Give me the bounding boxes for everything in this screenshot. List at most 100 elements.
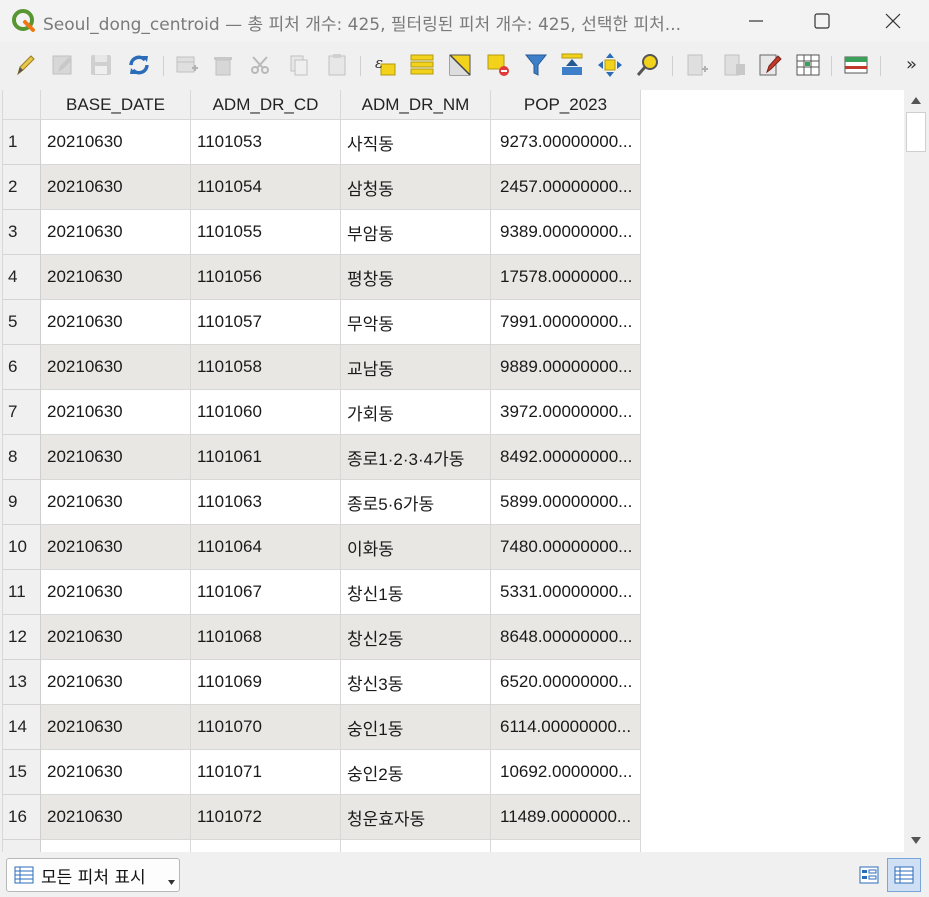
- column-header[interactable]: POP_2023: [491, 90, 641, 120]
- paste-icon[interactable]: [324, 52, 350, 78]
- table-cell[interactable]: 창신1동: [341, 570, 491, 615]
- table-cell[interactable]: 1101053: [191, 120, 341, 165]
- row-header[interactable]: 12: [3, 615, 41, 660]
- table-cell[interactable]: 1101055: [191, 210, 341, 255]
- scrollbar-thumb[interactable]: [906, 112, 926, 152]
- table-cell[interactable]: 17578.0000000...: [491, 255, 641, 300]
- zoom-to-selection-icon[interactable]: [635, 52, 661, 78]
- row-header[interactable]: 9: [3, 480, 41, 525]
- table-cell[interactable]: 1101064: [191, 525, 341, 570]
- table-cell[interactable]: 종로1·2·3·4가동: [341, 435, 491, 480]
- table-cell[interactable]: 20210630: [41, 165, 191, 210]
- maximize-button[interactable]: [791, 0, 853, 42]
- expression-select-icon[interactable]: ε: [372, 52, 398, 78]
- table-cell[interactable]: 9273.00000000...: [491, 120, 641, 165]
- row-header[interactable]: 2: [3, 165, 41, 210]
- form-view-button[interactable]: [852, 858, 886, 892]
- table-cell[interactable]: 숭인2동: [341, 750, 491, 795]
- table-cell[interactable]: 1101058: [191, 345, 341, 390]
- row-header[interactable]: 6: [3, 345, 41, 390]
- conditional-format-icon[interactable]: [795, 52, 821, 78]
- table-cell[interactable]: 청운효자동: [341, 795, 491, 840]
- table-cell[interactable]: 사직동: [341, 120, 491, 165]
- table-cell[interactable]: 이화동: [341, 525, 491, 570]
- table-cell[interactable]: 6114.00000000...: [491, 705, 641, 750]
- table-cell[interactable]: 20210630: [41, 435, 191, 480]
- row-header[interactable]: 11: [3, 570, 41, 615]
- select-all-icon[interactable]: [409, 52, 435, 78]
- new-field-icon[interactable]: [684, 52, 710, 78]
- table-cell[interactable]: 7991.00000000...: [491, 300, 641, 345]
- table-cell[interactable]: 6520.00000000...: [491, 660, 641, 705]
- close-button[interactable]: [862, 0, 924, 42]
- table-cell[interactable]: 종로5·6가동: [341, 480, 491, 525]
- table-cell[interactable]: 11489.0000000...: [491, 795, 641, 840]
- pan-to-selection-icon[interactable]: [597, 52, 623, 78]
- table-cell[interactable]: [491, 840, 641, 852]
- row-header[interactable]: 13: [3, 660, 41, 705]
- table-cell[interactable]: [191, 840, 341, 852]
- table-cell[interactable]: 1101056: [191, 255, 341, 300]
- table-cell[interactable]: 1101068: [191, 615, 341, 660]
- table-cell[interactable]: 가회동: [341, 390, 491, 435]
- reload-icon[interactable]: [126, 52, 152, 78]
- table-cell[interactable]: 1101067: [191, 570, 341, 615]
- move-selection-top-icon[interactable]: [559, 52, 585, 78]
- table-cell[interactable]: 8648.00000000...: [491, 615, 641, 660]
- table-cell[interactable]: 20210630: [41, 300, 191, 345]
- table-cell[interactable]: 부암동: [341, 210, 491, 255]
- table-cell[interactable]: 1101071: [191, 750, 341, 795]
- table-cell[interactable]: [41, 840, 191, 852]
- table-cell[interactable]: 삼청동: [341, 165, 491, 210]
- table-cell[interactable]: 무악동: [341, 300, 491, 345]
- field-calculator-icon[interactable]: [757, 52, 783, 78]
- column-header[interactable]: ADM_DR_CD: [191, 90, 341, 120]
- table-cell[interactable]: 20210630: [41, 255, 191, 300]
- row-header[interactable]: 3: [3, 210, 41, 255]
- table-cell[interactable]: 3972.00000000...: [491, 390, 641, 435]
- table-cell[interactable]: 20210630: [41, 210, 191, 255]
- table-cell[interactable]: 평창동: [341, 255, 491, 300]
- row-header[interactable]: 5: [3, 300, 41, 345]
- table-cell[interactable]: 1101057: [191, 300, 341, 345]
- copy-icon[interactable]: [286, 52, 312, 78]
- scroll-up-icon[interactable]: [910, 96, 922, 105]
- minimize-button[interactable]: [725, 0, 787, 42]
- row-header[interactable]: 8: [3, 435, 41, 480]
- table-cell[interactable]: 9889.00000000...: [491, 345, 641, 390]
- table-cell[interactable]: 20210630: [41, 615, 191, 660]
- table-cell[interactable]: 1101060: [191, 390, 341, 435]
- table-cell[interactable]: 교남동: [341, 345, 491, 390]
- invert-selection-icon[interactable]: [447, 52, 473, 78]
- show-all-features-dropdown[interactable]: 모든 피처 표시: [6, 858, 180, 892]
- table-cell[interactable]: 1101054: [191, 165, 341, 210]
- row-header[interactable]: 16: [3, 795, 41, 840]
- table-cell[interactable]: 7480.00000000...: [491, 525, 641, 570]
- table-cell[interactable]: 20210630: [41, 705, 191, 750]
- row-header[interactable]: [3, 840, 41, 852]
- add-feature-icon[interactable]: [174, 52, 200, 78]
- table-cell[interactable]: 20210630: [41, 795, 191, 840]
- table-cell[interactable]: 20210630: [41, 525, 191, 570]
- table-cell[interactable]: 20210630: [41, 480, 191, 525]
- overflow-icon[interactable]: »: [906, 54, 917, 75]
- table-cell[interactable]: 1101069: [191, 660, 341, 705]
- table-cell[interactable]: 20210630: [41, 570, 191, 615]
- table-cell[interactable]: 2457.00000000...: [491, 165, 641, 210]
- row-header[interactable]: 7: [3, 390, 41, 435]
- table-cell[interactable]: 9389.00000000...: [491, 210, 641, 255]
- table-cell[interactable]: 1101072: [191, 795, 341, 840]
- table-cell[interactable]: 20210630: [41, 660, 191, 705]
- save-icon[interactable]: [88, 52, 114, 78]
- filter-icon[interactable]: [523, 52, 549, 78]
- cut-icon[interactable]: [248, 52, 274, 78]
- table-cell[interactable]: 8492.00000000...: [491, 435, 641, 480]
- table-cell[interactable]: 20210630: [41, 120, 191, 165]
- edit-pencil-icon[interactable]: [12, 52, 38, 78]
- table-cell[interactable]: 1101063: [191, 480, 341, 525]
- table-cell[interactable]: 20210630: [41, 390, 191, 435]
- delete-feature-icon[interactable]: [210, 52, 236, 78]
- row-header[interactable]: 15: [3, 750, 41, 795]
- column-header[interactable]: ADM_DR_NM: [341, 90, 491, 120]
- table-cell[interactable]: 창신2동: [341, 615, 491, 660]
